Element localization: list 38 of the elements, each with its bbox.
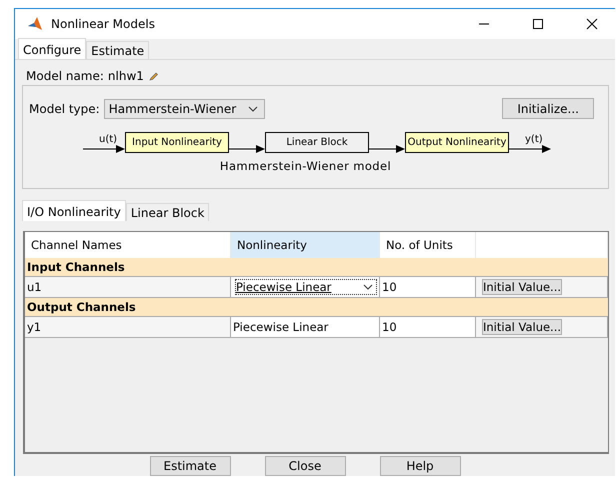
tab[interactable]: Linear Block [126, 203, 210, 221]
pencil-icon[interactable] [148, 70, 159, 82]
units-field[interactable]: 10 [380, 317, 476, 337]
initial-value-button[interactable]: Initial Value... [482, 279, 562, 295]
diagram-caption: Hammerstein-Wiener model [218, 159, 392, 173]
model-name: nlhw1 [108, 69, 144, 83]
table-cell: y1 [25, 317, 231, 337]
table-cell: Piecewise Linear [231, 317, 380, 337]
dialog-button[interactable]: Close [264, 456, 346, 476]
column-header[interactable]: Nonlinearity [231, 232, 380, 258]
arrow [229, 145, 265, 153]
dialog-button[interactable]: Help [380, 456, 460, 476]
arrow [509, 145, 551, 153]
window-title: Nonlinear Models [51, 17, 155, 31]
model-type-dropdown[interactable]: Hammerstein-Wiener [104, 98, 266, 118]
diagram-block: Linear Block [265, 132, 369, 153]
chevron-icon [248, 106, 258, 112]
field-label: Model name: [26, 69, 104, 83]
arrow [83, 145, 125, 153]
table-cell: u1 [25, 277, 231, 297]
group-header: Input Channels [25, 258, 608, 276]
units-field[interactable]: 10 [380, 277, 476, 297]
initialize-button[interactable]: Initialize... [502, 98, 594, 119]
tab[interactable]: Estimate [86, 41, 150, 59]
group-header: Output Channels [25, 298, 608, 316]
signal-label: y(t) [524, 135, 543, 145]
field-label: Model type: [29, 102, 100, 116]
nonlinearity-dropdown[interactable]: Piecewise Linear [235, 279, 377, 295]
dialog-button[interactable]: Estimate [150, 456, 230, 476]
tab[interactable]: Configure [18, 38, 86, 59]
signal-label: u(t) [98, 135, 118, 145]
tab[interactable]: I/O Nonlinearity [22, 200, 126, 221]
diagram-block: Input Nonlinearity [125, 132, 229, 153]
app-icon [27, 17, 43, 31]
initial-value-button[interactable]: Initial Value... [482, 319, 562, 335]
diagram-block: Output Nonlinearity [405, 132, 509, 153]
chevron-icon [363, 284, 373, 290]
arrow [369, 145, 405, 153]
